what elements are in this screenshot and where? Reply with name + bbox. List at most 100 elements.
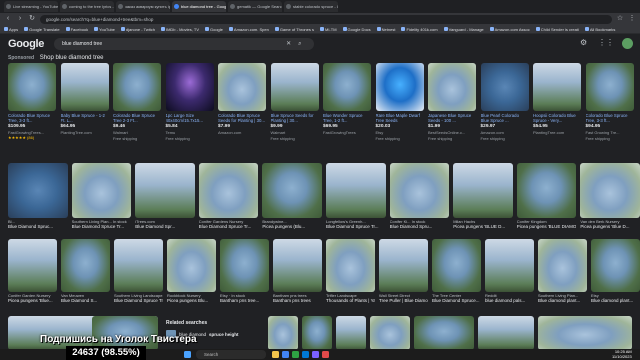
product-image[interactable]: [8, 63, 56, 111]
grid-caption[interactable]: Tree Puller | Blue Diamon...: [379, 298, 428, 303]
grid-image[interactable]: [273, 239, 322, 292]
grid-image[interactable]: [432, 239, 481, 292]
grid-image[interactable]: [268, 316, 298, 350]
discord-icon[interactable]: [312, 351, 319, 358]
grid-image[interactable]: [220, 239, 269, 292]
bookmark-item[interactable]: Amazon.com Assoc: [490, 27, 530, 32]
grid-caption[interactable]: Picea pungens 'Blue...: [8, 298, 57, 303]
tab[interactable]: gematik — Google Search: [228, 1, 282, 12]
product-title[interactable]: Baby Blue Spruce - 1-2 Ft. L...: [61, 113, 109, 123]
bookmark-item[interactable]: Google Translate: [24, 27, 59, 32]
product-card[interactable]: Rare Blue Maple Dwarf Tree Seeds $20.03 Et…: [375, 63, 424, 151]
product-card[interactable]: Blue Spruce Seeds for Planting | 30... $9…: [270, 63, 319, 151]
grid-caption[interactable]: Bantham pns tree...: [220, 298, 269, 303]
grid-image[interactable]: [516, 163, 577, 218]
product-image[interactable]: [60, 63, 109, 111]
product-card[interactable]: Colorado Blue Spruce Tree 2-3 Ft... $9.46…: [113, 63, 161, 151]
product-card[interactable]: 1pc Large Size 40x40cm/15.7x15... $5.84 Te…: [165, 63, 214, 151]
grid-caption[interactable]: Blue diamond plant...: [538, 298, 587, 303]
obs-icon[interactable]: [322, 351, 329, 358]
product-card[interactable]: Colorado Blue Spruce Seeds for Planting …: [218, 63, 266, 151]
grid-caption[interactable]: Blue Diamond Spruce...: [432, 298, 481, 303]
apps-icon[interactable]: ⋮⋮: [598, 38, 614, 47]
grid-image[interactable]: [8, 239, 57, 292]
grid-caption[interactable]: Picea pungens 'BLUE D...: [453, 224, 513, 229]
grid-caption[interactable]: Thousands of Plants | Ya...: [326, 298, 375, 303]
grid-image[interactable]: [379, 239, 428, 292]
grid-caption[interactable]: Blue Diamond Spru...: [390, 224, 450, 229]
grid-caption[interactable]: Blue Diamond Spruce Tr...: [114, 298, 163, 303]
bookmark-item[interactable]: djanone - Twitch: [121, 27, 155, 32]
product-card[interactable]: Baby Blue Spruce - 1-2 Ft. L... $64.95 Pla…: [60, 63, 109, 151]
tab[interactable]: coming to the tree lyrics - Goo: [60, 1, 114, 12]
bookmark-item[interactable]: Game of Thrones s: [275, 27, 314, 32]
product-card[interactable]: Blue Wonder Spruce Tree, 1-2 ft... $69.95…: [323, 63, 371, 151]
grid-image[interactable]: [485, 239, 534, 292]
grid-image[interactable]: [198, 163, 259, 218]
bookmark-item[interactable]: Apps: [4, 27, 18, 32]
grid-image[interactable]: [591, 239, 640, 292]
grid-image[interactable]: [414, 316, 474, 350]
product-title[interactable]: Blue Spruce Seeds for Planting | 30...: [271, 113, 319, 123]
star-icon[interactable]: ☆: [616, 15, 624, 23]
grid-caption[interactable]: Blue Diamond Spruc...: [8, 224, 68, 229]
grid-image[interactable]: [61, 239, 110, 292]
bookmark-item[interactable]: MI-TM: [320, 27, 337, 32]
grid-image[interactable]: [135, 163, 195, 218]
product-image[interactable]: [113, 63, 161, 111]
forward-icon[interactable]: ›: [16, 15, 24, 23]
bookmark-item[interactable]: All Bookmarks: [585, 27, 616, 32]
grid-caption[interactable]: Blue Diamond Spruce Tr...: [199, 224, 259, 229]
product-title[interactable]: Japanese Blue Spruce Seeds - 100 ...: [428, 113, 476, 123]
settings-icon[interactable]: ⚙: [580, 38, 587, 47]
grid-caption[interactable]: Picea pungens 'Blue D...: [580, 224, 640, 229]
close-icon[interactable]: ✕: [286, 38, 291, 50]
grid-caption[interactable]: Blue Diamond Spr...: [135, 224, 195, 229]
bookmark-item[interactable]: Facebook: [66, 27, 89, 32]
product-title[interactable]: Hoopsii Colorado Blue Spruce - Very...: [533, 113, 581, 123]
grid-image[interactable]: [336, 316, 366, 350]
product-image[interactable]: [218, 63, 266, 111]
product-title[interactable]: Rare Blue Maple Dwarf Tree Seeds: [376, 113, 424, 123]
grid-image[interactable]: [538, 239, 587, 292]
search-icon[interactable]: ⌕: [298, 38, 301, 50]
app-icon[interactable]: [292, 351, 299, 358]
product-card[interactable]: Hoopsii Colorado Blue Spruce - Very... $5…: [533, 63, 581, 151]
grid-image[interactable]: [580, 163, 640, 218]
menu-icon[interactable]: ⋮: [628, 15, 636, 23]
bookmark-item[interactable]: Child Sender is creati: [536, 27, 579, 32]
bookmark-item[interactable]: Fidelity 401k.com: [401, 27, 437, 32]
back-icon[interactable]: ‹: [4, 15, 12, 23]
chrome-icon[interactable]: [282, 351, 289, 358]
bookmark-item[interactable]: YouTube: [94, 27, 115, 32]
product-title[interactable]: Blue Wonder Spruce Tree, 1-2 ft...: [323, 113, 371, 123]
grid-image[interactable]: [262, 163, 322, 218]
product-image[interactable]: [533, 63, 581, 111]
grid-image[interactable]: [326, 239, 375, 292]
product-card[interactable]: Japanese Blue Spruce Seeds - 100 ... $1.9…: [428, 63, 476, 151]
product-image[interactable]: [585, 63, 634, 111]
bookmark-item[interactable]: IMDb - Movies, TV: [161, 27, 199, 32]
grid-caption[interactable]: Bantham pns trees: [273, 298, 322, 303]
search-input[interactable]: blue diamond tree ✕ ⌕: [54, 38, 315, 50]
google-logo[interactable]: Google: [8, 38, 44, 50]
grid-caption[interactable]: Blue Diamond S...: [61, 298, 110, 303]
product-title[interactable]: 1pc Large Size 40x40cm/15.7x15...: [166, 113, 214, 123]
bookmark-item[interactable]: Vanguard - Manage: [444, 27, 484, 32]
bookmark-item[interactable]: Google Docs: [343, 27, 371, 32]
grid-image[interactable]: [538, 316, 632, 350]
grid-image[interactable]: [478, 316, 534, 350]
product-image[interactable]: [165, 63, 214, 111]
reload-icon[interactable]: ↻: [28, 15, 36, 23]
grid-caption[interactable]: Blue Diamond Spruce Tr...: [72, 224, 132, 229]
grid-caption[interactable]: Blue diamond plant...: [591, 298, 640, 303]
grid-image[interactable]: [389, 163, 450, 218]
product-title[interactable]: Colorado Blue Spruce Tree, 3-3 ft...: [586, 113, 634, 123]
product-title[interactable]: Colorado Blue Spruce Seeds for Planting …: [218, 113, 266, 123]
grid-image[interactable]: [453, 163, 513, 218]
product-title[interactable]: Blue Pearl Colorado Blue Spruce ...: [481, 113, 529, 123]
bookmark-item[interactable]: Amazon.com. Spen: [229, 27, 269, 32]
grid-image[interactable]: [71, 163, 132, 218]
grid-caption[interactable]: Blue Diamond Spruce Tr...: [326, 224, 386, 229]
grid-image[interactable]: [302, 316, 332, 350]
